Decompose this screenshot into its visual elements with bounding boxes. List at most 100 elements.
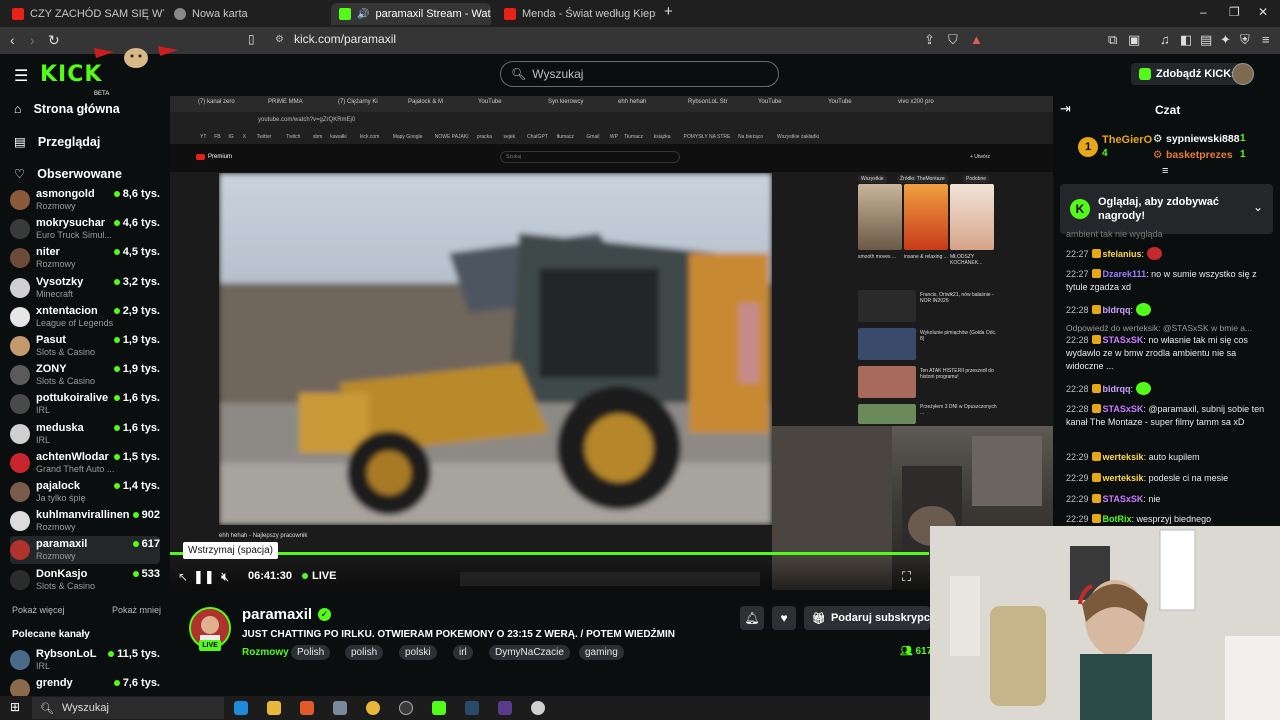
- stream-tag[interactable]: polski: [399, 645, 437, 660]
- chat-username[interactable]: sfelanius: [1103, 249, 1142, 259]
- kick-app-icon[interactable]: [432, 701, 446, 715]
- get-kicks-button[interactable]: Zdobądź KICKs: [1131, 63, 1246, 85]
- chevron-down-icon[interactable]: ⌄: [1253, 200, 1263, 214]
- chat-username[interactable]: bldrqq: [1103, 384, 1131, 394]
- wallet-icon[interactable]: ▤: [1200, 32, 1212, 48]
- shield-icon: [174, 8, 186, 20]
- search-input[interactable]: 🔍︎ Wyszukaj: [500, 61, 779, 87]
- extensions-icon[interactable]: ⧉: [1108, 32, 1117, 48]
- edge-icon[interactable]: [234, 701, 248, 715]
- stream-tag[interactable]: gaming: [579, 645, 624, 660]
- notification-bell-button[interactable]: 🔔︎: [740, 606, 764, 630]
- sidebar-channel-pottukoiralive[interactable]: pottukoiralive IRL 1,6 tys.: [10, 390, 160, 418]
- brave-icon[interactable]: [300, 701, 314, 715]
- sidebar-channel-vysotzky[interactable]: Vysotzky Minecraft 3,2 tys.: [10, 274, 160, 302]
- follow-button[interactable]: ♥: [772, 606, 796, 630]
- url-field[interactable]: kick.com/paramaxil: [294, 32, 396, 46]
- stream-tag[interactable]: irl: [453, 645, 473, 660]
- pause-button[interactable]: ❚❚: [193, 569, 215, 585]
- menu-icon[interactable]: ≡: [1262, 32, 1270, 47]
- hamburger-menu-icon[interactable]: ☰: [14, 66, 28, 86]
- channel-name: achtenWlodar: [36, 450, 109, 463]
- recommended-channel-rybsonlol[interactable]: RybsonLoL IRL 11,5 tys.: [10, 646, 160, 674]
- sidebar-channel-pasut[interactable]: Pasut Slots & Casino 1,9 tys.: [10, 332, 160, 360]
- new-tab-icon[interactable]: +: [664, 3, 673, 20]
- show-less-link[interactable]: Pokaż mniej: [112, 605, 161, 615]
- show-more-link[interactable]: Pokaż więcej: [12, 605, 65, 615]
- chat-username[interactable]: bldrqq: [1103, 305, 1131, 315]
- maximize-icon[interactable]: ❐: [1229, 5, 1240, 19]
- screenshot-icon[interactable]: ▣: [1128, 32, 1140, 48]
- sidebar-channel-xntentacion[interactable]: xntentacion League of Legends 2,9 tys.: [10, 303, 160, 331]
- taskbar-search[interactable]: 🔍︎ Wyszukaj: [32, 697, 224, 719]
- verified-icon: ✓: [318, 608, 332, 621]
- chat-username[interactable]: Dzarek111: [1103, 269, 1147, 279]
- file-explorer-icon[interactable]: [267, 701, 281, 715]
- stream-category[interactable]: Rozmowy: [242, 647, 289, 658]
- chat-username[interactable]: STASxSK: [1103, 404, 1144, 414]
- user-avatar[interactable]: [1232, 63, 1254, 85]
- viewer-count: 👥︎ 617: [900, 646, 932, 657]
- chrome-icon[interactable]: [366, 701, 380, 715]
- chat-username[interactable]: STASxSK: [1103, 494, 1144, 504]
- windows-start-icon[interactable]: ⊞: [10, 700, 20, 714]
- minimize-icon[interactable]: –: [1200, 5, 1207, 19]
- app-icon[interactable]: [498, 701, 512, 715]
- brave-shield-icon[interactable]: ⛉: [948, 32, 958, 48]
- collapse-chat-icon[interactable]: ⇥: [1060, 101, 1071, 117]
- back-icon[interactable]: ‹: [10, 32, 15, 48]
- chat-username[interactable]: BotRix: [1103, 514, 1132, 524]
- forward-icon[interactable]: ›: [30, 32, 35, 48]
- rewards-banner[interactable]: K Oglądaj, aby zdobywać nagrody! ⌄: [1060, 184, 1273, 234]
- share-icon[interactable]: ⇪: [924, 32, 935, 48]
- gift-subscription-button[interactable]: 🎁︎ Podaruj subskrypcje: [804, 606, 930, 630]
- leo-ai-icon[interactable]: ✦: [1220, 32, 1231, 48]
- browser-tab-2[interactable]: Nowa karta: [166, 3, 326, 25]
- app-icon[interactable]: [333, 701, 347, 715]
- close-window-icon[interactable]: ✕: [1258, 5, 1268, 19]
- sidebar-channel-pajalock[interactable]: pajalock Ja tylko śpię 1,4 tys.: [10, 478, 160, 506]
- sidebar-item-browse[interactable]: ▤ Przeglądaj: [14, 134, 100, 150]
- sidebar-channel-meduska[interactable]: meduska IRL 1,6 tys.: [10, 420, 160, 448]
- rewards-icon[interactable]: ▲: [970, 32, 983, 47]
- obs-icon[interactable]: [399, 701, 413, 715]
- browser-tab-1[interactable]: CZY ZACHÓD SAM SIĘ WYKOŃCZY?: [4, 3, 164, 25]
- app-icon[interactable]: [531, 701, 545, 715]
- browser-tab-active[interactable]: 🔊 paramaxil Stream - Watch Live ✕: [331, 3, 491, 25]
- fullscreen-icon[interactable]: ⛶: [902, 569, 911, 585]
- channel-name: ZONY: [36, 363, 67, 376]
- sidebar-channel-achtenwlodar[interactable]: achtenWlodar Grand Theft Auto ... 1,5 tys.: [10, 449, 160, 477]
- bookmark-icon[interactable]: ▯: [248, 32, 255, 46]
- sidebar-toggle-icon[interactable]: ◧: [1180, 32, 1192, 48]
- sidebar-channel-asmongold[interactable]: asmongold Rozmowy 8,6 tys.: [10, 186, 160, 214]
- site-info-icon[interactable]: ⚙: [275, 34, 284, 45]
- gifter-name[interactable]: sypniewski888: [1166, 133, 1240, 145]
- steam-icon[interactable]: [465, 701, 479, 715]
- stream-tag[interactable]: polish: [345, 645, 384, 660]
- stream-tag[interactable]: Polish: [291, 645, 331, 660]
- chat-username[interactable]: STASxSK: [1103, 335, 1144, 345]
- sidebar-channel-zony[interactable]: ZONY Slots & Casino 1,9 tys.: [10, 361, 160, 389]
- sidebar-channel-donkasjo[interactable]: DonKasjo Slots & Casino 533: [10, 566, 160, 594]
- sidebar-item-home[interactable]: ⌂ Strona główna: [14, 102, 120, 116]
- vpn-icon[interactable]: ⛨: [1240, 32, 1250, 48]
- video-player[interactable]: (7) kanał zero PRIME MMA (7) Ciężarny Ki Pa…: [170, 96, 1053, 590]
- browser-tab-4[interactable]: Menda - Świat według Kiepskich - C: [496, 3, 656, 25]
- mute-icon[interactable]: 🔇︎: [221, 569, 229, 585]
- sidebar-channel-niter[interactable]: niter Rozmowy 4,5 tys.: [10, 244, 160, 272]
- sidebar-item-following[interactable]: ♡ Obserwowane: [14, 166, 122, 182]
- chat-username[interactable]: werteksik: [1103, 452, 1144, 462]
- expand-gifters-icon[interactable]: ≡: [1162, 165, 1168, 177]
- top-gifter-name[interactable]: TheGierO: [1102, 134, 1152, 146]
- stream-tag[interactable]: DymyNaCzacie: [489, 645, 570, 660]
- sidebar-channel-paramaxil[interactable]: paramaxil Rozmowy 617: [10, 536, 160, 565]
- reload-icon[interactable]: ↻: [48, 32, 60, 49]
- chat-username[interactable]: werteksik: [1103, 473, 1144, 483]
- chat-message: 22:27 sfelanius:: [1066, 247, 1271, 261]
- sidebar-channel-kuhlmanvirallinen[interactable]: kuhlmanvirallinen Rozmowy 902: [10, 507, 160, 535]
- gifter-name[interactable]: basketprezes: [1166, 149, 1233, 161]
- streamer-name[interactable]: paramaxil: [242, 606, 312, 623]
- music-icon[interactable]: ♫: [1160, 32, 1170, 47]
- channel-avatar: [10, 306, 30, 327]
- sidebar-channel-mokrysuchar[interactable]: mokrysuchar Euro Truck Simul... 4,6 tys.: [10, 215, 160, 243]
